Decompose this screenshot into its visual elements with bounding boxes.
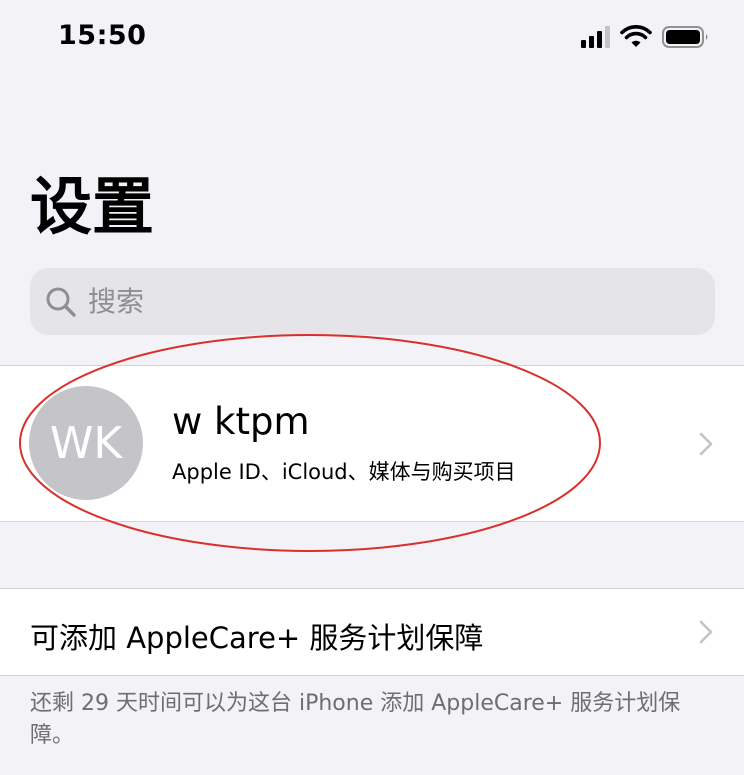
search-bar[interactable] <box>30 268 715 335</box>
status-time: 15:50 <box>58 20 147 51</box>
search-input[interactable] <box>86 284 690 319</box>
wifi-icon <box>620 25 652 47</box>
cellular-signal-icon <box>581 26 610 48</box>
applecare-note: 还剩 29 天时间可以为这台 iPhone 添加 AppleCare+ 服务计划… <box>30 691 681 748</box>
settings-screen: 15:50 设置 搜索 WK w ktpm Apple ID、iCloud、媒体… <box>0 0 744 775</box>
battery-icon <box>662 26 708 48</box>
profile-subtitle: Apple ID、iCloud、媒体与购买项目 <box>172 460 516 484</box>
status-bar: 15:50 <box>0 0 744 80</box>
avatar: WK <box>29 386 143 500</box>
page-title: 设置 <box>30 170 155 243</box>
apple-id-profile-row[interactable]: WK w ktpm Apple ID、iCloud、媒体与购买项目 <box>0 365 744 522</box>
chevron-right-icon <box>699 620 713 644</box>
applecare-row[interactable]: 可添加 AppleCare+ 服务计划保障 <box>0 588 744 676</box>
status-icons <box>581 25 710 49</box>
applecare-label: 可添加 AppleCare+ 服务计划保障 <box>30 621 484 655</box>
search-icon <box>46 287 76 317</box>
chevron-right-icon <box>699 432 713 456</box>
profile-name: w ktpm <box>172 400 310 443</box>
